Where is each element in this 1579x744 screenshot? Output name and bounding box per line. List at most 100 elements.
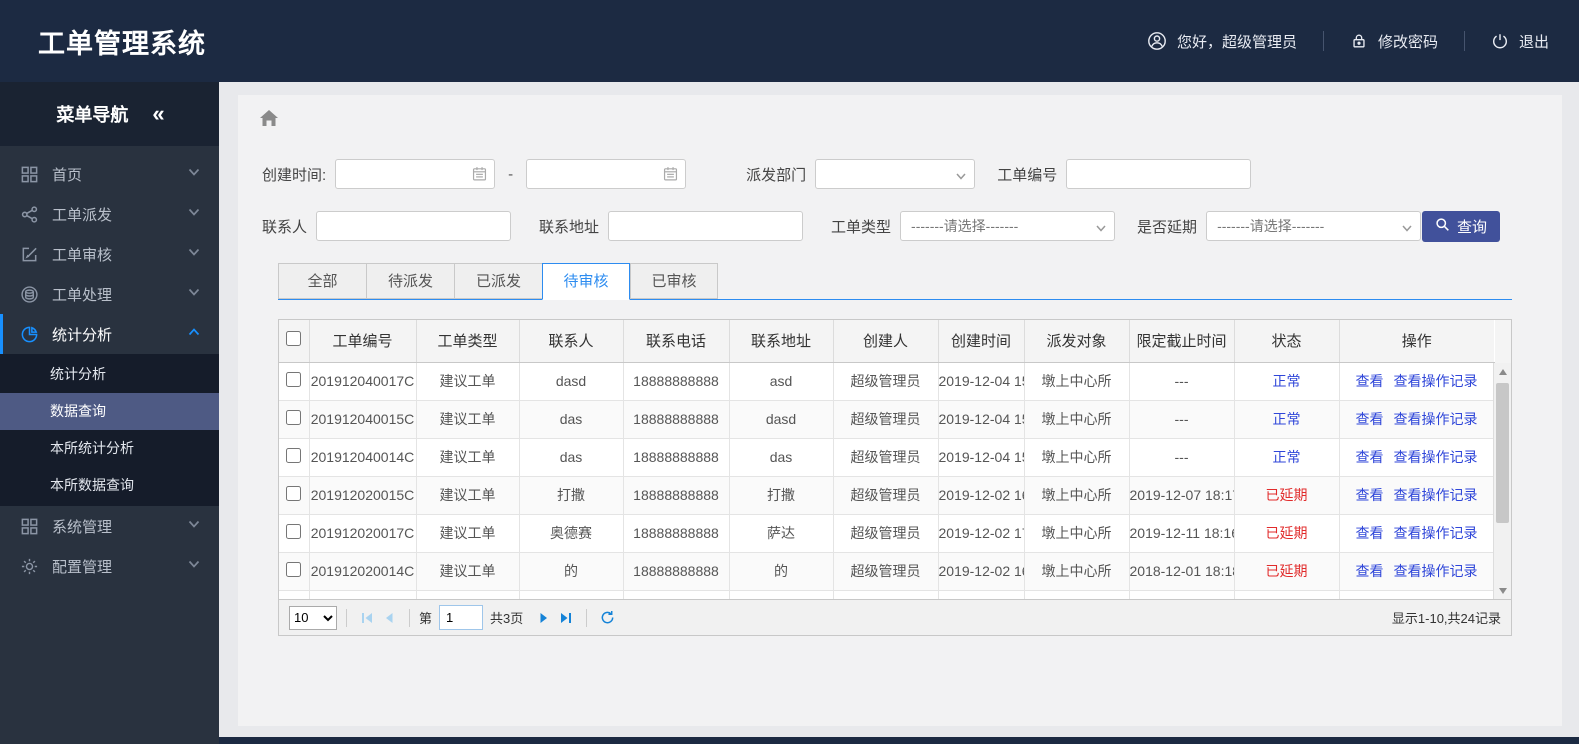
view-link[interactable]: 查看 xyxy=(1356,373,1384,389)
calendar-icon[interactable] xyxy=(471,165,488,186)
chevron-down-icon xyxy=(955,169,967,185)
submenu-item-1[interactable]: 数据查询 xyxy=(0,393,219,430)
scrollbar-thumb[interactable] xyxy=(1496,383,1509,523)
cell-address: 阿萨的 xyxy=(729,590,834,599)
table-row: 201912040014C 建议工单 das 18888888888 das 超级管理员 2… xyxy=(279,438,1495,477)
submenu-item-0[interactable]: 统计分析 xyxy=(0,356,219,393)
row-checkbox[interactable] xyxy=(286,448,302,463)
content-panel: 创建时间: - 派发部门 工单编号 联系人 联系地址 工单类型 -------请… xyxy=(238,95,1562,726)
next-page-button[interactable] xyxy=(533,607,555,629)
cell-deadline: --- xyxy=(1129,438,1235,477)
view-link[interactable]: 查看 xyxy=(1356,525,1384,541)
cell-address: das xyxy=(729,438,834,477)
sidebar-item-3[interactable]: 工单处理 xyxy=(0,274,219,314)
calendar-icon[interactable] xyxy=(662,165,679,186)
view-log-link[interactable]: 查看操作记录 xyxy=(1394,411,1478,427)
view-log-link[interactable]: 查看操作记录 xyxy=(1394,525,1478,541)
row-checkbox[interactable] xyxy=(286,524,302,539)
cell-contact: das xyxy=(519,400,624,439)
row-checkbox[interactable] xyxy=(286,562,302,577)
sidebar-item-5[interactable]: 系统管理 xyxy=(0,506,219,546)
cell-phone: 18888888888 xyxy=(623,362,730,401)
collapse-sidebar-button[interactable]: « xyxy=(152,101,164,127)
view-log-link[interactable]: 查看操作记录 xyxy=(1394,563,1478,579)
tab-3[interactable]: 待审核 xyxy=(542,263,630,300)
cell-address: asd xyxy=(729,362,834,401)
power-icon xyxy=(1491,32,1509,50)
cell-created: 2019-12-04 15: xyxy=(938,362,1025,401)
top-header: 工单管理系统 您好，超级管理员 修改密码 退出 xyxy=(0,0,1579,82)
view-link[interactable]: 查看 xyxy=(1356,563,1384,579)
pager-divider xyxy=(586,608,588,627)
cell-deadline: 2018-12-01 18:18 xyxy=(1129,552,1235,591)
scroll-up-button[interactable] xyxy=(1494,363,1511,380)
submenu-item-3[interactable]: 本所数据查询 xyxy=(0,467,219,504)
table-row: 201912040015C 建议工单 das 18888888888 dasd 超级管理员… xyxy=(279,400,1495,439)
database-icon xyxy=(20,285,39,304)
cell-contact: dasd xyxy=(519,362,624,401)
submenu-item-2[interactable]: 本所统计分析 xyxy=(0,430,219,467)
page-size-select[interactable]: 10 xyxy=(289,605,337,630)
column-header-0: 工单编号 xyxy=(309,320,417,363)
logout-button[interactable]: 退出 xyxy=(1491,31,1549,52)
dispatch-dept-select[interactable] xyxy=(815,159,976,189)
tab-0[interactable]: 全部 xyxy=(278,263,366,299)
sidebar-item-label: 系统管理 xyxy=(52,518,113,536)
sidebar-item-0[interactable]: 首页 xyxy=(0,154,219,194)
change-password-button[interactable]: 修改密码 xyxy=(1350,31,1438,52)
current-page-input[interactable] xyxy=(439,605,484,630)
breadcrumb xyxy=(238,95,1562,145)
cell-type: 建议工单 xyxy=(416,438,520,477)
status-badge: 正常 xyxy=(1234,400,1340,439)
tab-1[interactable]: 待派发 xyxy=(366,263,454,299)
cell-creator: 超级管理员 xyxy=(833,362,939,401)
orders-table: 工单编号 工单类型 联系人 联系电话 联系地址 创建人 创建时间 派发对象 限定截止时间 状态 操作… xyxy=(279,320,1495,599)
sidebar-item-2[interactable]: 工单审核 xyxy=(0,234,219,274)
view-link[interactable]: 查看 xyxy=(1356,449,1384,465)
tab-2[interactable]: 已派发 xyxy=(454,263,542,299)
order-type-placeholder: -------请选择------- xyxy=(911,218,1019,234)
sidebar-item-4[interactable]: 统计分析 xyxy=(0,314,219,354)
cell-deadline: 2019-12-28 18:10 xyxy=(1129,590,1235,599)
home-icon[interactable] xyxy=(258,107,280,134)
row-checkbox[interactable] xyxy=(286,410,302,425)
cell-type: 建议工单 xyxy=(416,514,520,553)
order-no-input[interactable] xyxy=(1066,159,1252,189)
cell-phone: 18888888888 xyxy=(623,590,730,599)
first-page-button[interactable] xyxy=(356,607,378,629)
contact-input[interactable] xyxy=(316,211,512,241)
view-log-link[interactable]: 查看操作记录 xyxy=(1394,449,1478,465)
cell-contact: das xyxy=(519,438,624,477)
triangle-down-icon xyxy=(1498,587,1507,594)
table-row: 201912020014C 建议工单的 18888888888 的超级管理员 2019-… xyxy=(279,552,1495,591)
search-button[interactable]: 查询 xyxy=(1422,210,1500,242)
row-checkbox[interactable] xyxy=(286,486,302,501)
view-link[interactable]: 查看 xyxy=(1356,487,1384,503)
view-log-link[interactable]: 查看操作记录 xyxy=(1394,373,1478,389)
prev-page-button[interactable] xyxy=(378,607,400,629)
select-all-checkbox[interactable] xyxy=(286,331,302,347)
tab-4[interactable]: 已审核 xyxy=(630,263,718,299)
view-log-link[interactable]: 查看操作记录 xyxy=(1394,487,1478,503)
pie-icon xyxy=(20,325,39,344)
logout-label: 退出 xyxy=(1518,33,1549,51)
row-checkbox[interactable] xyxy=(286,372,302,387)
address-input[interactable] xyxy=(608,211,804,241)
table-scrollbar[interactable] xyxy=(1493,363,1511,599)
column-header-8: 限定截止时间 xyxy=(1129,320,1235,363)
view-link[interactable]: 查看 xyxy=(1356,411,1384,427)
cell-created: 2019-12-02 17: xyxy=(938,590,1025,599)
user-greeting[interactable]: 您好，超级管理员 xyxy=(1147,31,1297,52)
chevron-down-icon xyxy=(187,285,201,303)
order-type-select[interactable]: -------请选择------- xyxy=(900,211,1116,241)
last-page-button[interactable] xyxy=(555,607,577,629)
cell-creator: 超级管理员 xyxy=(833,438,939,477)
chevron-down-icon xyxy=(1095,221,1107,237)
cell-phone: 18888888888 xyxy=(623,438,730,477)
refresh-button[interactable] xyxy=(596,607,618,629)
cell-target: 墩上中心所 xyxy=(1024,438,1130,477)
delay-select[interactable]: -------请选择------- xyxy=(1206,211,1422,241)
scroll-down-button[interactable] xyxy=(1494,582,1511,599)
sidebar-item-1[interactable]: 工单派发 xyxy=(0,194,219,234)
sidebar-item-6[interactable]: 配置管理 xyxy=(0,546,219,586)
